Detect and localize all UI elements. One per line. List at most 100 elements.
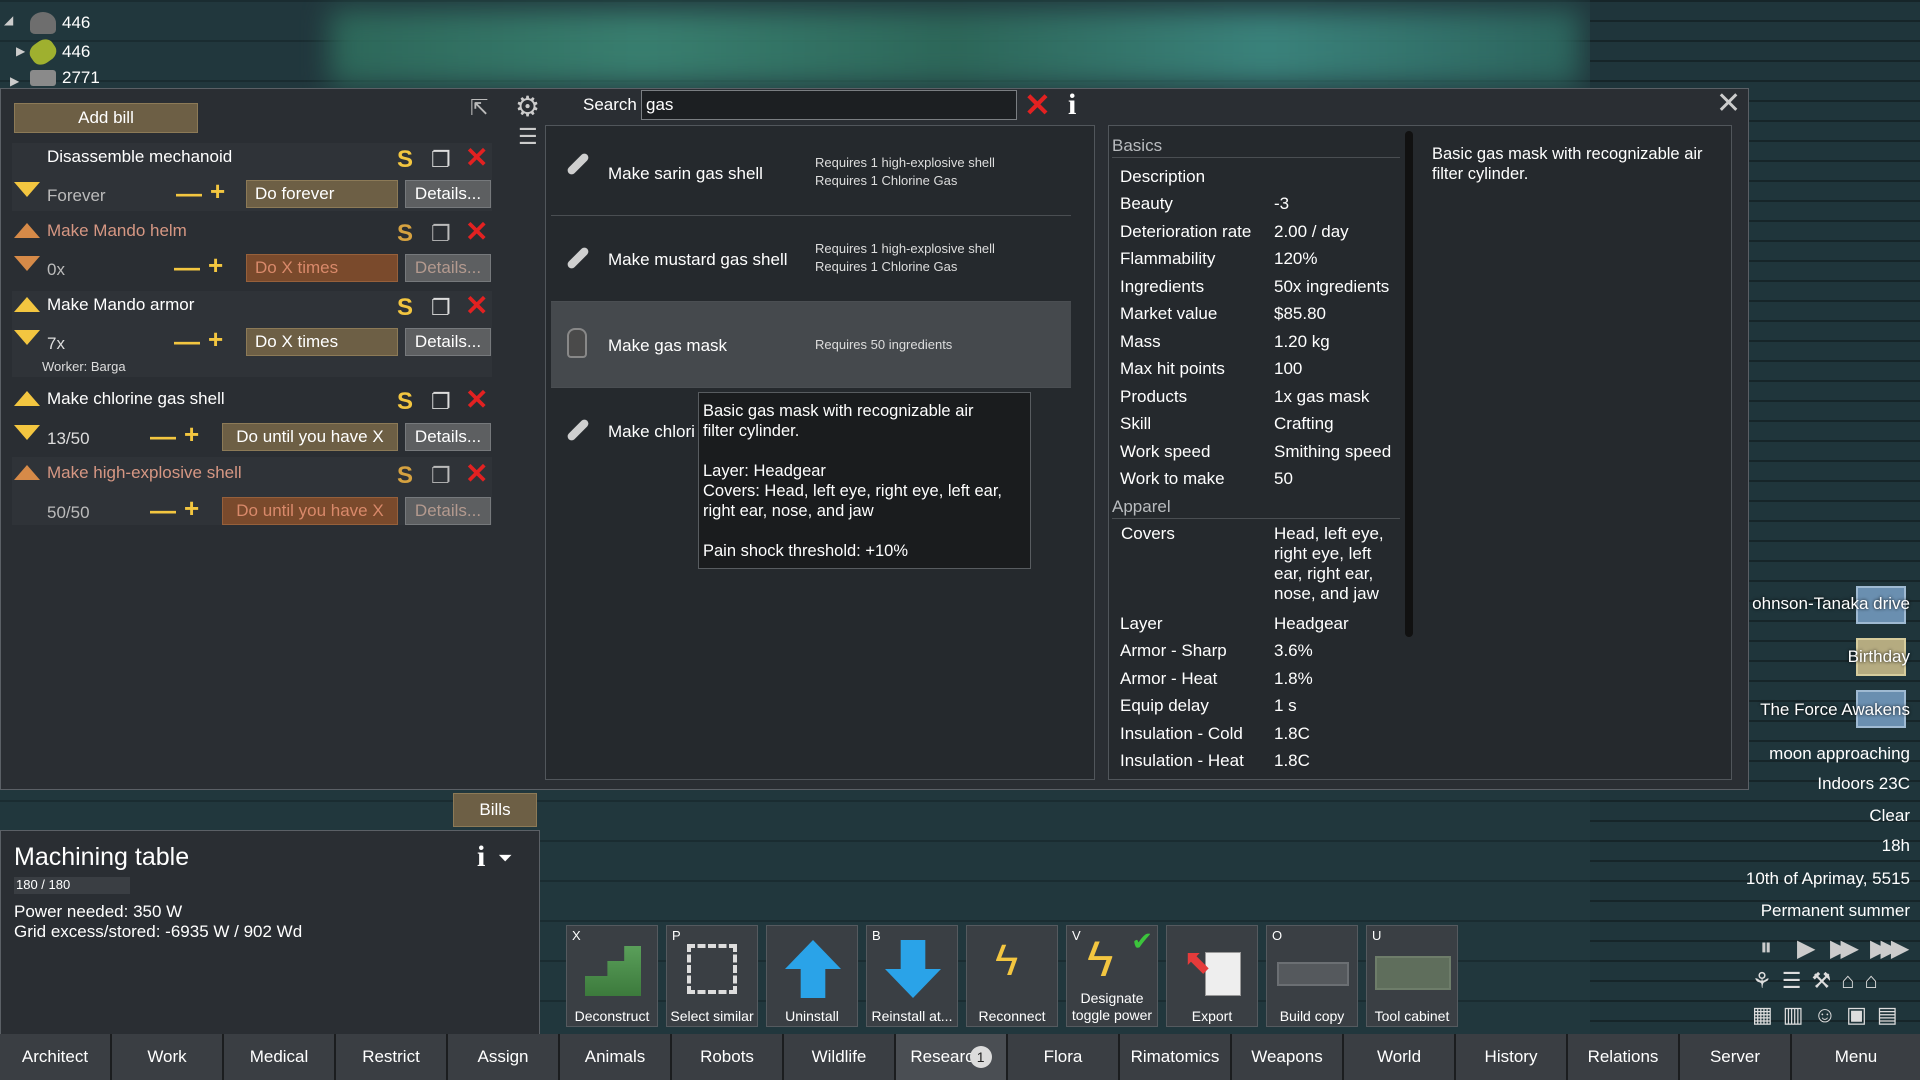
close-window-icon[interactable]: ✕: [1716, 86, 1741, 121]
stat-row[interactable]: Armor - Heat 1.8%: [1120, 665, 1400, 693]
deconstruct-button[interactable]: X Deconstruct: [566, 925, 658, 1027]
copy-icon[interactable]: ❐: [431, 463, 451, 489]
repeat-mode-button[interactable]: Do forever: [246, 180, 398, 208]
decrease-icon[interactable]: —: [150, 495, 176, 526]
paste-bill-icon[interactable]: ⇱: [470, 95, 488, 121]
pawn-toggle-icon[interactable]: ☺: [1814, 1002, 1836, 1028]
repeat-mode-button[interactable]: Do X times: [246, 254, 398, 282]
tab-server[interactable]: Server: [1680, 1034, 1792, 1080]
info-scrollbar[interactable]: [1405, 131, 1413, 637]
zone-toggle-icon[interactable]: ▣: [1846, 1002, 1867, 1028]
move-down-icon[interactable]: [14, 425, 40, 440]
move-down-icon[interactable]: [14, 256, 40, 271]
decrease-icon[interactable]: —: [150, 421, 176, 452]
copy-icon[interactable]: ❐: [431, 389, 451, 415]
uninstall-button[interactable]: Uninstall: [766, 925, 858, 1027]
expand-arrow-icon[interactable]: ▶: [16, 44, 25, 58]
delete-icon[interactable]: ✕: [465, 141, 488, 174]
stat-row[interactable]: Description: [1120, 163, 1400, 191]
superfast-icon[interactable]: ▶▶▶: [1870, 934, 1909, 963]
roof-toggle-icon[interactable]: ⌂: [1865, 968, 1878, 994]
tab-work[interactable]: Work: [112, 1034, 224, 1080]
decrease-icon[interactable]: —: [174, 326, 200, 357]
tab-assign[interactable]: Assign: [448, 1034, 560, 1080]
stat-row[interactable]: Equip delay 1 s: [1120, 693, 1400, 721]
stat-row[interactable]: Mass 1.20 kg: [1120, 328, 1400, 356]
play-icon[interactable]: ▶: [1797, 934, 1815, 963]
tab-flora[interactable]: Flora: [1008, 1034, 1120, 1080]
reinstall-button[interactable]: B Reinstall at...: [866, 925, 958, 1027]
add-bill-button[interactable]: Add bill: [14, 103, 198, 133]
grid-toggle-icon[interactable]: ▦: [1752, 1002, 1773, 1028]
stat-row[interactable]: Market value $85.80: [1120, 301, 1400, 329]
stat-row[interactable]: Work to make 50: [1120, 466, 1400, 494]
tab-animals[interactable]: Animals: [560, 1034, 672, 1080]
toggle-power-button[interactable]: V ϟ ✔ Designate toggle power: [1066, 925, 1158, 1027]
copy-icon[interactable]: ❐: [431, 221, 451, 247]
tab-relations[interactable]: Relations: [1568, 1034, 1680, 1080]
gear-icon[interactable]: ⚙: [515, 90, 540, 123]
stat-row[interactable]: Insulation - Heat 1.8C: [1120, 748, 1400, 776]
suspend-icon[interactable]: S: [397, 146, 413, 174]
increase-icon[interactable]: +: [184, 419, 199, 450]
expand-arrow-icon[interactable]: ▶: [10, 74, 19, 88]
recipe-item-selected[interactable]: Make gas mask Requires 50 ingredients: [551, 302, 1071, 388]
stat-row[interactable]: Ingredients 50x ingredients: [1120, 273, 1400, 301]
tab-restrict[interactable]: Restrict: [336, 1034, 448, 1080]
delete-icon[interactable]: ✕: [465, 215, 488, 248]
suspend-icon[interactable]: S: [397, 220, 413, 248]
search-input[interactable]: [641, 90, 1017, 120]
details-button[interactable]: Details...: [405, 497, 491, 525]
build-copy-button[interactable]: O Build copy: [1266, 925, 1358, 1027]
recipe-item[interactable]: Make mustard gas shell Requires 1 high-e…: [551, 216, 1071, 302]
recipe-item[interactable]: Make sarin gas shell Requires 1 high-exp…: [551, 130, 1071, 216]
increase-icon[interactable]: +: [208, 250, 223, 281]
delete-icon[interactable]: ✕: [465, 457, 488, 490]
tab-rimatomics[interactable]: Rimatomics: [1120, 1034, 1232, 1080]
select-similar-button[interactable]: P Select similar: [666, 925, 758, 1027]
stat-row[interactable]: Layer Headgear: [1120, 610, 1400, 638]
tool-cabinet-button[interactable]: U Tool cabinet: [1366, 925, 1458, 1027]
decrease-icon[interactable]: —: [176, 178, 202, 209]
details-button[interactable]: Details...: [405, 423, 491, 451]
repeat-mode-button[interactable]: Do until you have X: [222, 423, 398, 451]
tab-world[interactable]: World: [1344, 1034, 1456, 1080]
move-up-icon[interactable]: [14, 297, 40, 312]
suspend-icon[interactable]: S: [397, 462, 413, 490]
suspend-icon[interactable]: S: [397, 294, 413, 322]
repeat-mode-button[interactable]: Do X times: [246, 328, 398, 356]
details-button[interactable]: Details...: [405, 254, 491, 282]
table-toggle-icon[interactable]: ▤: [1877, 1002, 1898, 1028]
decrease-icon[interactable]: —: [174, 252, 200, 283]
increase-icon[interactable]: +: [208, 324, 223, 355]
stat-row[interactable]: Skill Crafting: [1120, 411, 1400, 439]
stat-row[interactable]: Deterioration rate 2.00 / day: [1120, 218, 1400, 246]
info-icon[interactable]: i: [477, 840, 485, 874]
tab-history[interactable]: History: [1456, 1034, 1568, 1080]
info-icon[interactable]: i: [1068, 88, 1076, 122]
tab-research[interactable]: Researc 1: [896, 1034, 1008, 1080]
tab-weapons[interactable]: Weapons: [1232, 1034, 1344, 1080]
copy-icon[interactable]: ❐: [431, 147, 451, 173]
stat-row[interactable]: Armor - Sharp 3.6%: [1120, 638, 1400, 666]
stat-row[interactable]: Max hit points 100: [1120, 356, 1400, 384]
stat-row[interactable]: Insulation - Cold 1.8C: [1120, 720, 1400, 748]
bills-tab-button[interactable]: Bills: [453, 793, 537, 827]
tab-architect[interactable]: Architect: [0, 1034, 112, 1080]
details-button[interactable]: Details...: [405, 180, 491, 208]
suspend-icon[interactable]: S: [397, 388, 413, 416]
menu-icon[interactable]: ☰: [518, 124, 538, 150]
plant-toggle-icon[interactable]: ⚘: [1752, 968, 1772, 994]
clear-search-icon[interactable]: ✕: [1024, 86, 1051, 124]
tab-robots[interactable]: Robots: [672, 1034, 784, 1080]
fast-forward-icon[interactable]: ▶▶: [1830, 934, 1859, 963]
stat-row[interactable]: Work speed Smithing speed: [1120, 438, 1400, 466]
move-up-icon[interactable]: [14, 465, 40, 480]
move-up-icon[interactable]: [14, 223, 40, 238]
increase-icon[interactable]: +: [184, 493, 199, 524]
tools-toggle-icon[interactable]: ⚒: [1811, 968, 1831, 994]
list-toggle-icon[interactable]: ☰: [1782, 968, 1802, 994]
collapse-arrow-icon[interactable]: ◢: [4, 13, 16, 27]
export-button[interactable]: ⬉ Export: [1166, 925, 1258, 1027]
chart-toggle-icon[interactable]: ▥: [1783, 1002, 1804, 1028]
